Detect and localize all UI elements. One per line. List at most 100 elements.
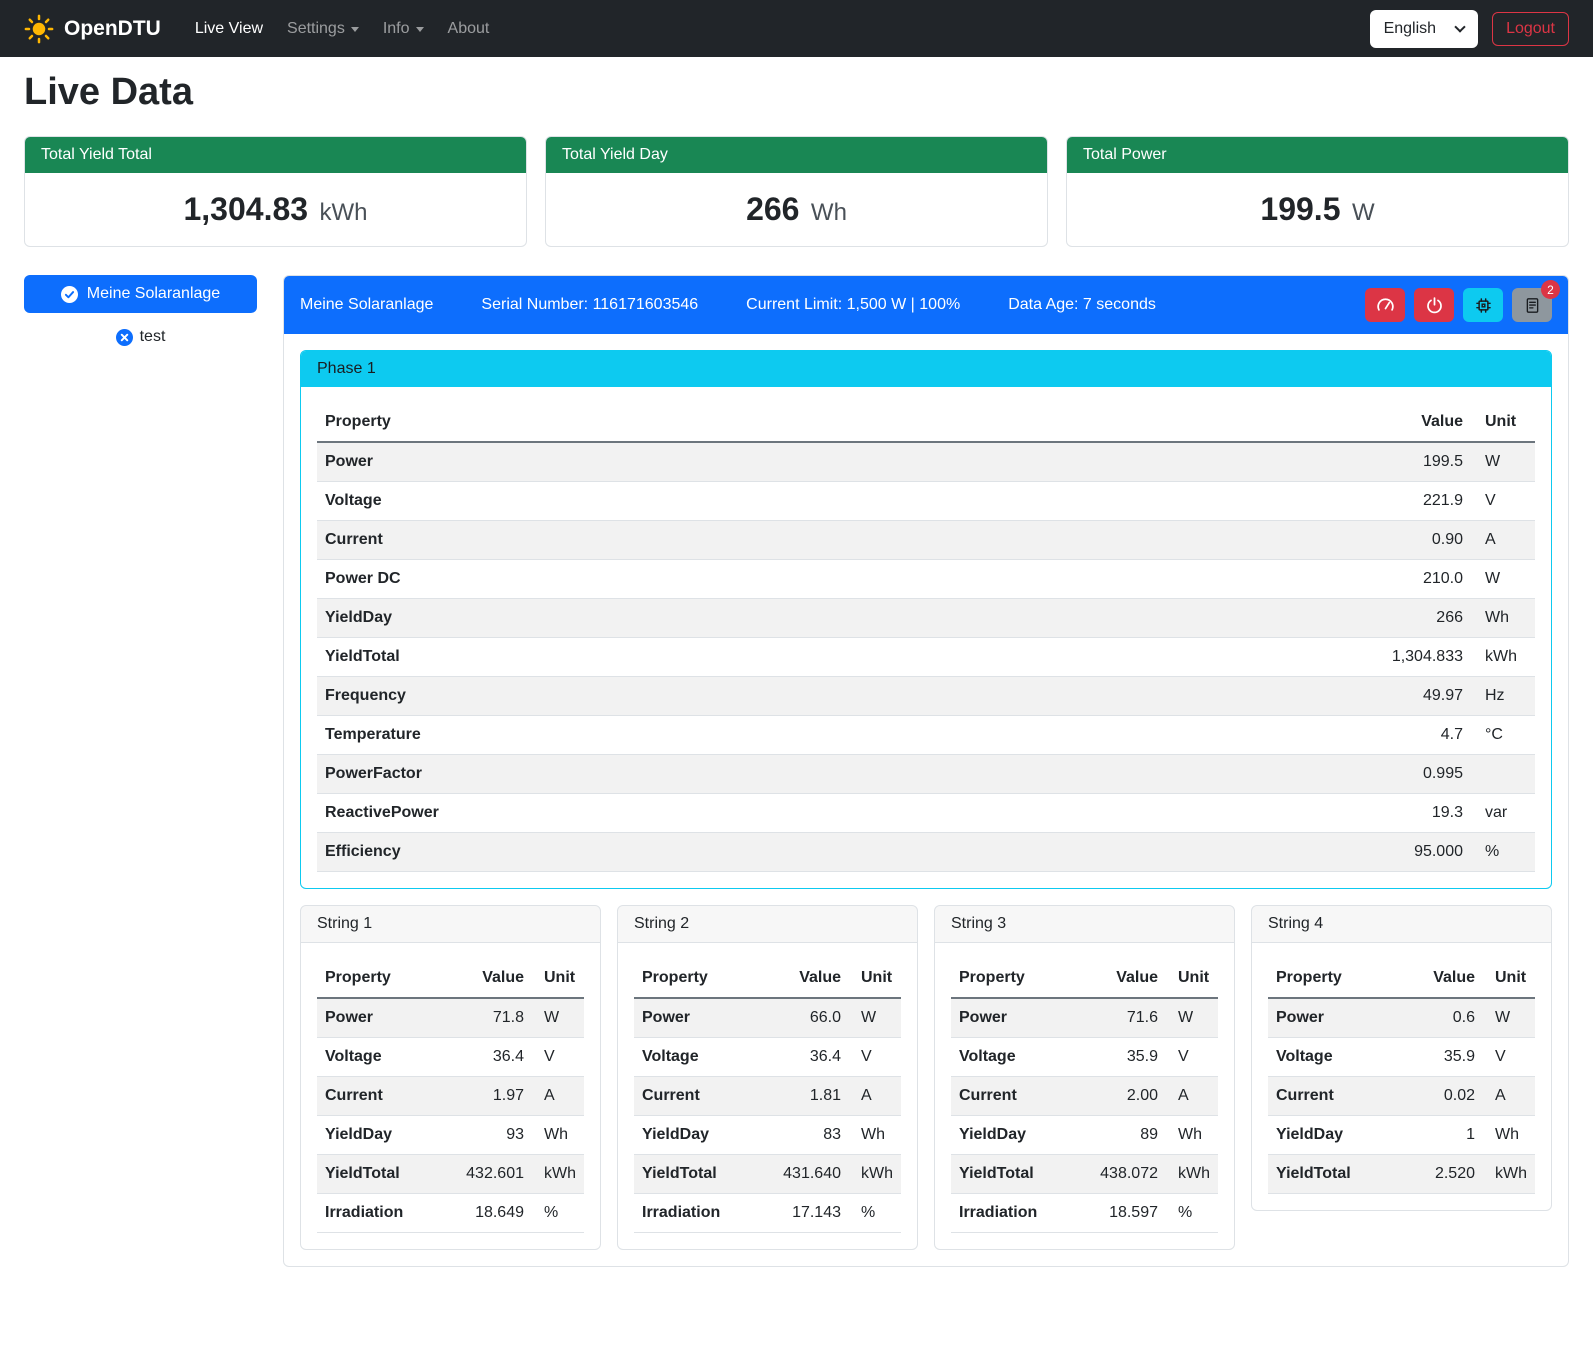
unit-cell	[1471, 755, 1535, 794]
value-cell: 83	[771, 1116, 849, 1155]
logout-button[interactable]: Logout	[1492, 12, 1569, 46]
language-select[interactable]: English	[1370, 10, 1478, 48]
table-header-row: Property Value Unit	[317, 959, 584, 998]
value-cell: 35.9	[1405, 1038, 1483, 1077]
property-cell: Current	[317, 1077, 454, 1116]
value-cell: 2.00	[1088, 1077, 1166, 1116]
inverter-limit: Current Limit: 1,500 W | 100%	[746, 296, 960, 314]
table-row: Power 71.6 W	[951, 998, 1218, 1038]
table-row: Irradiation 18.597 %	[951, 1194, 1218, 1233]
value-cell: 36.4	[454, 1038, 532, 1077]
nav-item-live-view[interactable]: Live View	[183, 12, 275, 46]
summary-cards: Total Yield Total 1,304.83 kWh Total Yie…	[24, 136, 1569, 247]
unit-cell: A	[849, 1077, 901, 1116]
property-cell: Voltage	[951, 1038, 1088, 1077]
property-cell: Power	[317, 998, 454, 1038]
event-count-badge: 2	[1541, 280, 1560, 299]
chevron-down-icon	[1454, 21, 1465, 32]
string-card-title: String 4	[1252, 906, 1551, 943]
language-value: English	[1384, 20, 1436, 38]
value-cell: 49.97	[1361, 677, 1471, 716]
column-header-unit: Unit	[532, 959, 584, 998]
unit-cell: Wh	[532, 1116, 584, 1155]
limit-settings-button[interactable]	[1365, 288, 1405, 322]
inverter-select-button-active[interactable]: Meine Solaranlage	[24, 275, 257, 313]
string-table-body: Power 71.8 W Voltage 36.4 V	[317, 998, 584, 1233]
string-table-body: Power 71.6 W Voltage 35.9 V	[951, 998, 1218, 1233]
nav-item-info[interactable]: Info	[371, 12, 436, 46]
string-card-title: String 1	[301, 906, 600, 943]
device-info-button[interactable]	[1463, 288, 1503, 322]
table-row: YieldDay 83 Wh	[634, 1116, 901, 1155]
table-row: Current 0.02 A	[1268, 1077, 1535, 1116]
unit-cell: Wh	[849, 1116, 901, 1155]
value-cell: 0.6	[1405, 998, 1483, 1038]
table-row: Temperature 4.7 °C	[317, 716, 1535, 755]
unit-cell: A	[1166, 1077, 1218, 1116]
inverter-select-label: Meine Solaranlage	[87, 285, 220, 303]
string-card-4: String 4 Property Value Unit	[1251, 905, 1552, 1211]
table-row: Irradiation 18.649 %	[317, 1194, 584, 1233]
inverter-select-button-test[interactable]: test	[24, 328, 257, 346]
value-cell: 89	[1088, 1116, 1166, 1155]
unit-cell: V	[849, 1038, 901, 1077]
summary-card-body: 199.5 W	[1067, 173, 1568, 246]
unit-cell: kWh	[532, 1155, 584, 1194]
unit-cell: A	[1471, 521, 1535, 560]
strings-row: String 1 Property Value Unit	[300, 905, 1552, 1250]
property-cell: YieldDay	[317, 599, 1361, 638]
column-header-property: Property	[634, 959, 771, 998]
value-cell: 0.02	[1405, 1077, 1483, 1116]
value-cell: 431.640	[771, 1155, 849, 1194]
column-header-property: Property	[317, 403, 1361, 442]
column-header-property: Property	[951, 959, 1088, 998]
power-toggle-button[interactable]	[1414, 288, 1454, 322]
column-header-value: Value	[1405, 959, 1483, 998]
string-table-body: Power 66.0 W Voltage 36.4 V	[634, 998, 901, 1233]
string-card-2: String 2 Property Value Unit	[617, 905, 918, 1250]
value-cell: 1.81	[771, 1077, 849, 1116]
value-cell: 17.143	[771, 1194, 849, 1233]
column-header-unit: Unit	[1166, 959, 1218, 998]
summary-card-body: 266 Wh	[546, 173, 1047, 246]
event-log-button[interactable]: 2	[1512, 288, 1552, 322]
nav-item-about[interactable]: About	[436, 12, 502, 46]
unit-cell: V	[1166, 1038, 1218, 1077]
property-cell: YieldDay	[317, 1116, 454, 1155]
table-row: Current 0.90 A	[317, 521, 1535, 560]
nav-item-label: Settings	[287, 20, 345, 38]
property-cell: YieldDay	[1268, 1116, 1405, 1155]
value-cell: 19.3	[1361, 794, 1471, 833]
property-cell: Power	[951, 998, 1088, 1038]
value-cell: 1.97	[454, 1077, 532, 1116]
summary-card-total-yield-total: Total Yield Total 1,304.83 kWh	[24, 136, 527, 247]
property-cell: Irradiation	[317, 1194, 454, 1233]
unit-cell: Wh	[1166, 1116, 1218, 1155]
property-cell: YieldTotal	[634, 1155, 771, 1194]
table-row: YieldDay 89 Wh	[951, 1116, 1218, 1155]
property-cell: Power DC	[317, 560, 1361, 599]
table-header-row: Property Value Unit	[1268, 959, 1535, 998]
table-row: Power 66.0 W	[634, 998, 901, 1038]
nav-links: Live View Settings Info About	[183, 12, 1370, 46]
inverter-select-label: test	[140, 328, 166, 346]
property-cell: Irradiation	[951, 1194, 1088, 1233]
unit-cell: kWh	[1483, 1155, 1535, 1194]
column-header-value: Value	[771, 959, 849, 998]
phase-table: Property Value Unit Power	[317, 403, 1535, 872]
table-row: Power 199.5 W	[317, 442, 1535, 482]
property-cell: Frequency	[317, 677, 1361, 716]
nav-item-settings[interactable]: Settings	[275, 12, 371, 46]
value-cell: 432.601	[454, 1155, 532, 1194]
table-header-row: Property Value Unit	[634, 959, 901, 998]
table-row: Voltage 35.9 V	[1268, 1038, 1535, 1077]
property-cell: YieldTotal	[317, 1155, 454, 1194]
table-row: PowerFactor 0.995	[317, 755, 1535, 794]
value-cell: 0.90	[1361, 521, 1471, 560]
table-row: YieldTotal 438.072 kWh	[951, 1155, 1218, 1194]
property-cell: Voltage	[1268, 1038, 1405, 1077]
column-header-value: Value	[454, 959, 532, 998]
brand-link[interactable]: OpenDTU	[24, 14, 161, 44]
table-row: YieldDay 93 Wh	[317, 1116, 584, 1155]
phase-card: Phase 1 Property Value Unit	[300, 350, 1552, 889]
